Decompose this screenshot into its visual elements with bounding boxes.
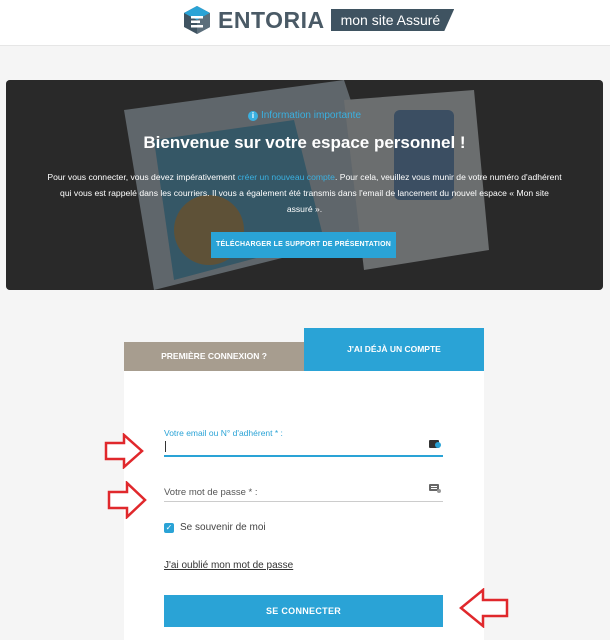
email-input[interactable] <box>164 437 443 457</box>
banner-content: i Information importante Bienvenue sur v… <box>6 80 603 290</box>
remember-label: Se souvenir de moi <box>180 522 266 533</box>
entoria-logo[interactable]: ENTORIA mon site Assuré <box>182 4 455 36</box>
annotation-arrow-right-icon <box>107 481 147 519</box>
brand-tagline: mon site Assuré <box>330 9 455 31</box>
banner-text-before: Pour vous connecter, vous devez impérati… <box>47 172 238 182</box>
login-button[interactable]: SE CONNECTER <box>164 595 443 627</box>
welcome-banner: i Information importante Bienvenue sur v… <box>6 80 603 290</box>
login-tabs: PREMIÈRE CONNEXION ? J'AI DÉJÀ UN COMPTE <box>124 328 484 371</box>
info-icon: i <box>247 110 258 121</box>
forgot-password-link[interactable]: J'ai oublié mon mot de passe <box>164 560 293 571</box>
tab-first-connection[interactable]: PREMIÈRE CONNEXION ? <box>124 342 304 371</box>
banner-title: Bienvenue sur votre espace personnel ! <box>143 133 466 152</box>
annotation-arrow-left-icon <box>459 588 509 628</box>
remember-me[interactable]: ✓ Se souvenir de moi <box>164 522 266 533</box>
annotation-arrow-right-icon <box>104 433 144 469</box>
info-label: Information importante <box>260 110 362 121</box>
banner-text: Pour vous connecter, vous devez impérati… <box>46 169 563 217</box>
header: ENTORIA mon site Assuré <box>0 0 610 46</box>
keyboard-icon <box>429 484 441 493</box>
email-underline <box>164 455 443 457</box>
password-input[interactable] <box>164 481 443 503</box>
remember-checkbox[interactable]: ✓ <box>164 522 174 533</box>
card-id-icon <box>429 440 441 448</box>
brand-name: ENTORIA <box>218 6 325 33</box>
text-caret <box>165 441 166 452</box>
info-line: i Information importante <box>6 110 603 121</box>
password-underline <box>164 501 443 502</box>
tab-existing-account[interactable]: J'AI DÉJÀ UN COMPTE <box>304 328 484 371</box>
entoria-logo-icon <box>184 6 210 34</box>
login-form: Votre email ou N° d'adhérent * : Votre m… <box>124 371 484 640</box>
download-presentation-button[interactable]: TÉLÉCHARGER LE SUPPORT DE PRÉSENTATION <box>211 232 396 258</box>
create-account-link[interactable]: créer un nouveau compte <box>238 172 335 182</box>
